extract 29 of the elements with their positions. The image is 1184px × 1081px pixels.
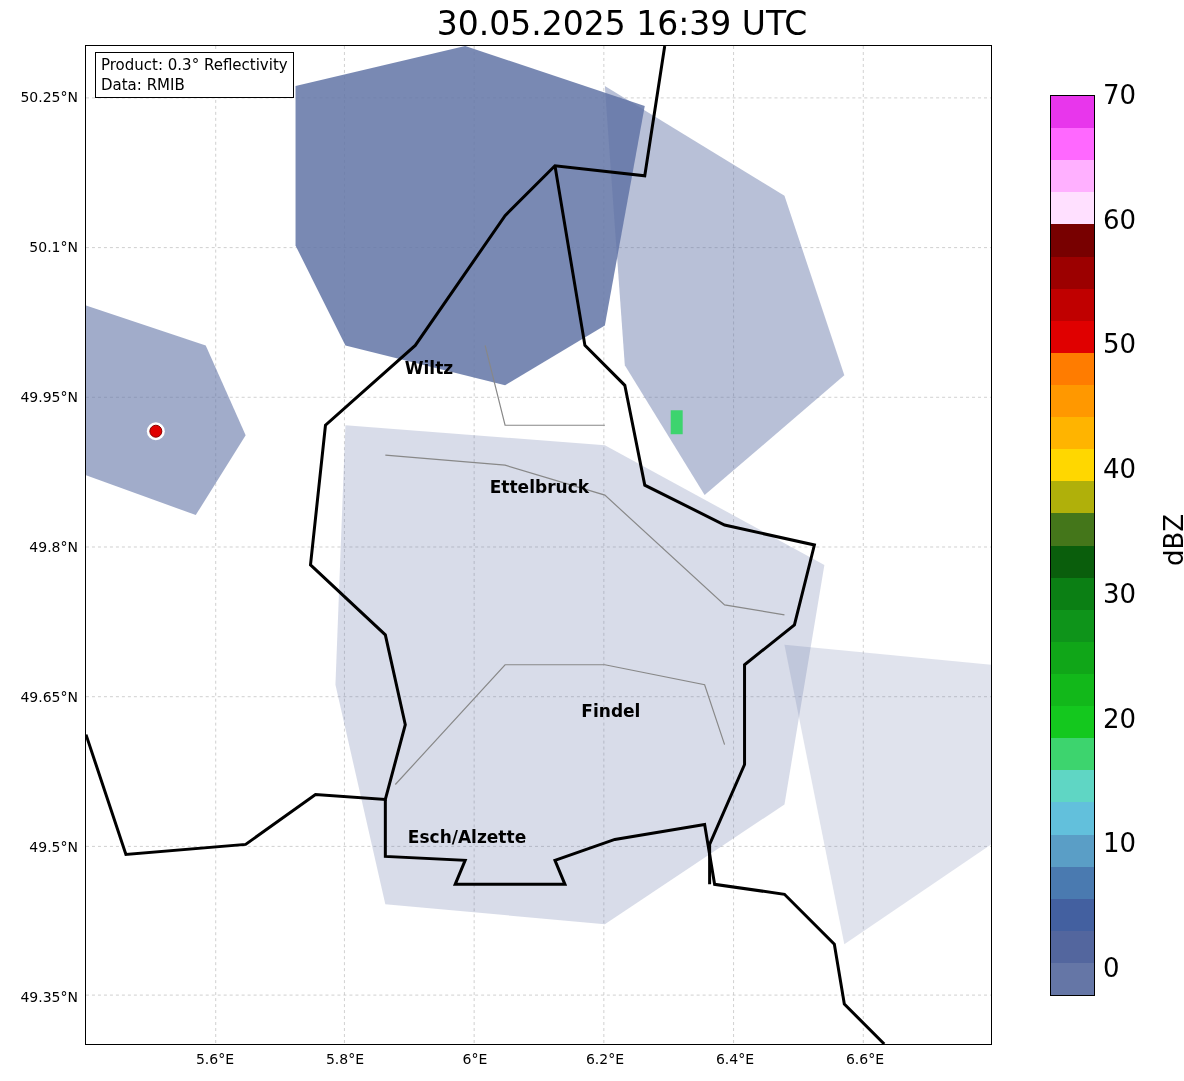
colorbar-tick-label: 10 (1103, 829, 1137, 858)
axis-tick-label: 49.35°N (20, 988, 79, 1007)
axis-tick-label: 49.95°N (20, 388, 79, 407)
colorbar-tick-label: 30 (1103, 579, 1137, 608)
axis-tick-label: 5.8°E (324, 1051, 366, 1067)
axis-tick-label: 6°E (461, 1051, 489, 1067)
info-text: Data: RMIB (101, 75, 186, 95)
colorbar-tick-label: 20 (1103, 704, 1137, 733)
colorbar-tick-label: 40 (1103, 455, 1137, 484)
axis-tick-label: 49.8°N (29, 538, 79, 557)
axis-tick-label: 50.1°N (29, 238, 79, 257)
axis-tick-label: 50.25°N (20, 88, 79, 107)
colorbar-tick-label: 50 (1103, 330, 1137, 359)
colorbar-tick-label: 60 (1103, 205, 1137, 234)
city-label: Findel (581, 700, 641, 721)
axis-tick-label: 6.2°E (584, 1051, 626, 1067)
city-label: Ettelbruck (489, 477, 589, 498)
axis-tick-label: 49.5°N (29, 838, 79, 857)
chart-title: 30.05.2025 16:39 UTC (435, 3, 809, 45)
colorbar-label: dBZ (1159, 513, 1184, 567)
colorbar-tick-label: 70 (1103, 81, 1137, 109)
axis-tick-label: 6.6°E (844, 1051, 886, 1067)
axis-tick-label: 49.65°N (20, 688, 79, 707)
colorbar-tick-label: 0 (1103, 953, 1121, 982)
axis-tick-label: 5.6°E (194, 1051, 236, 1067)
city-label: Wiltz (404, 358, 454, 379)
city-label: Esch/Alzette (407, 827, 527, 848)
info-text: Product: 0.3° Reflectivity (101, 55, 288, 75)
axis-tick-label: 6.4°E (714, 1051, 756, 1067)
